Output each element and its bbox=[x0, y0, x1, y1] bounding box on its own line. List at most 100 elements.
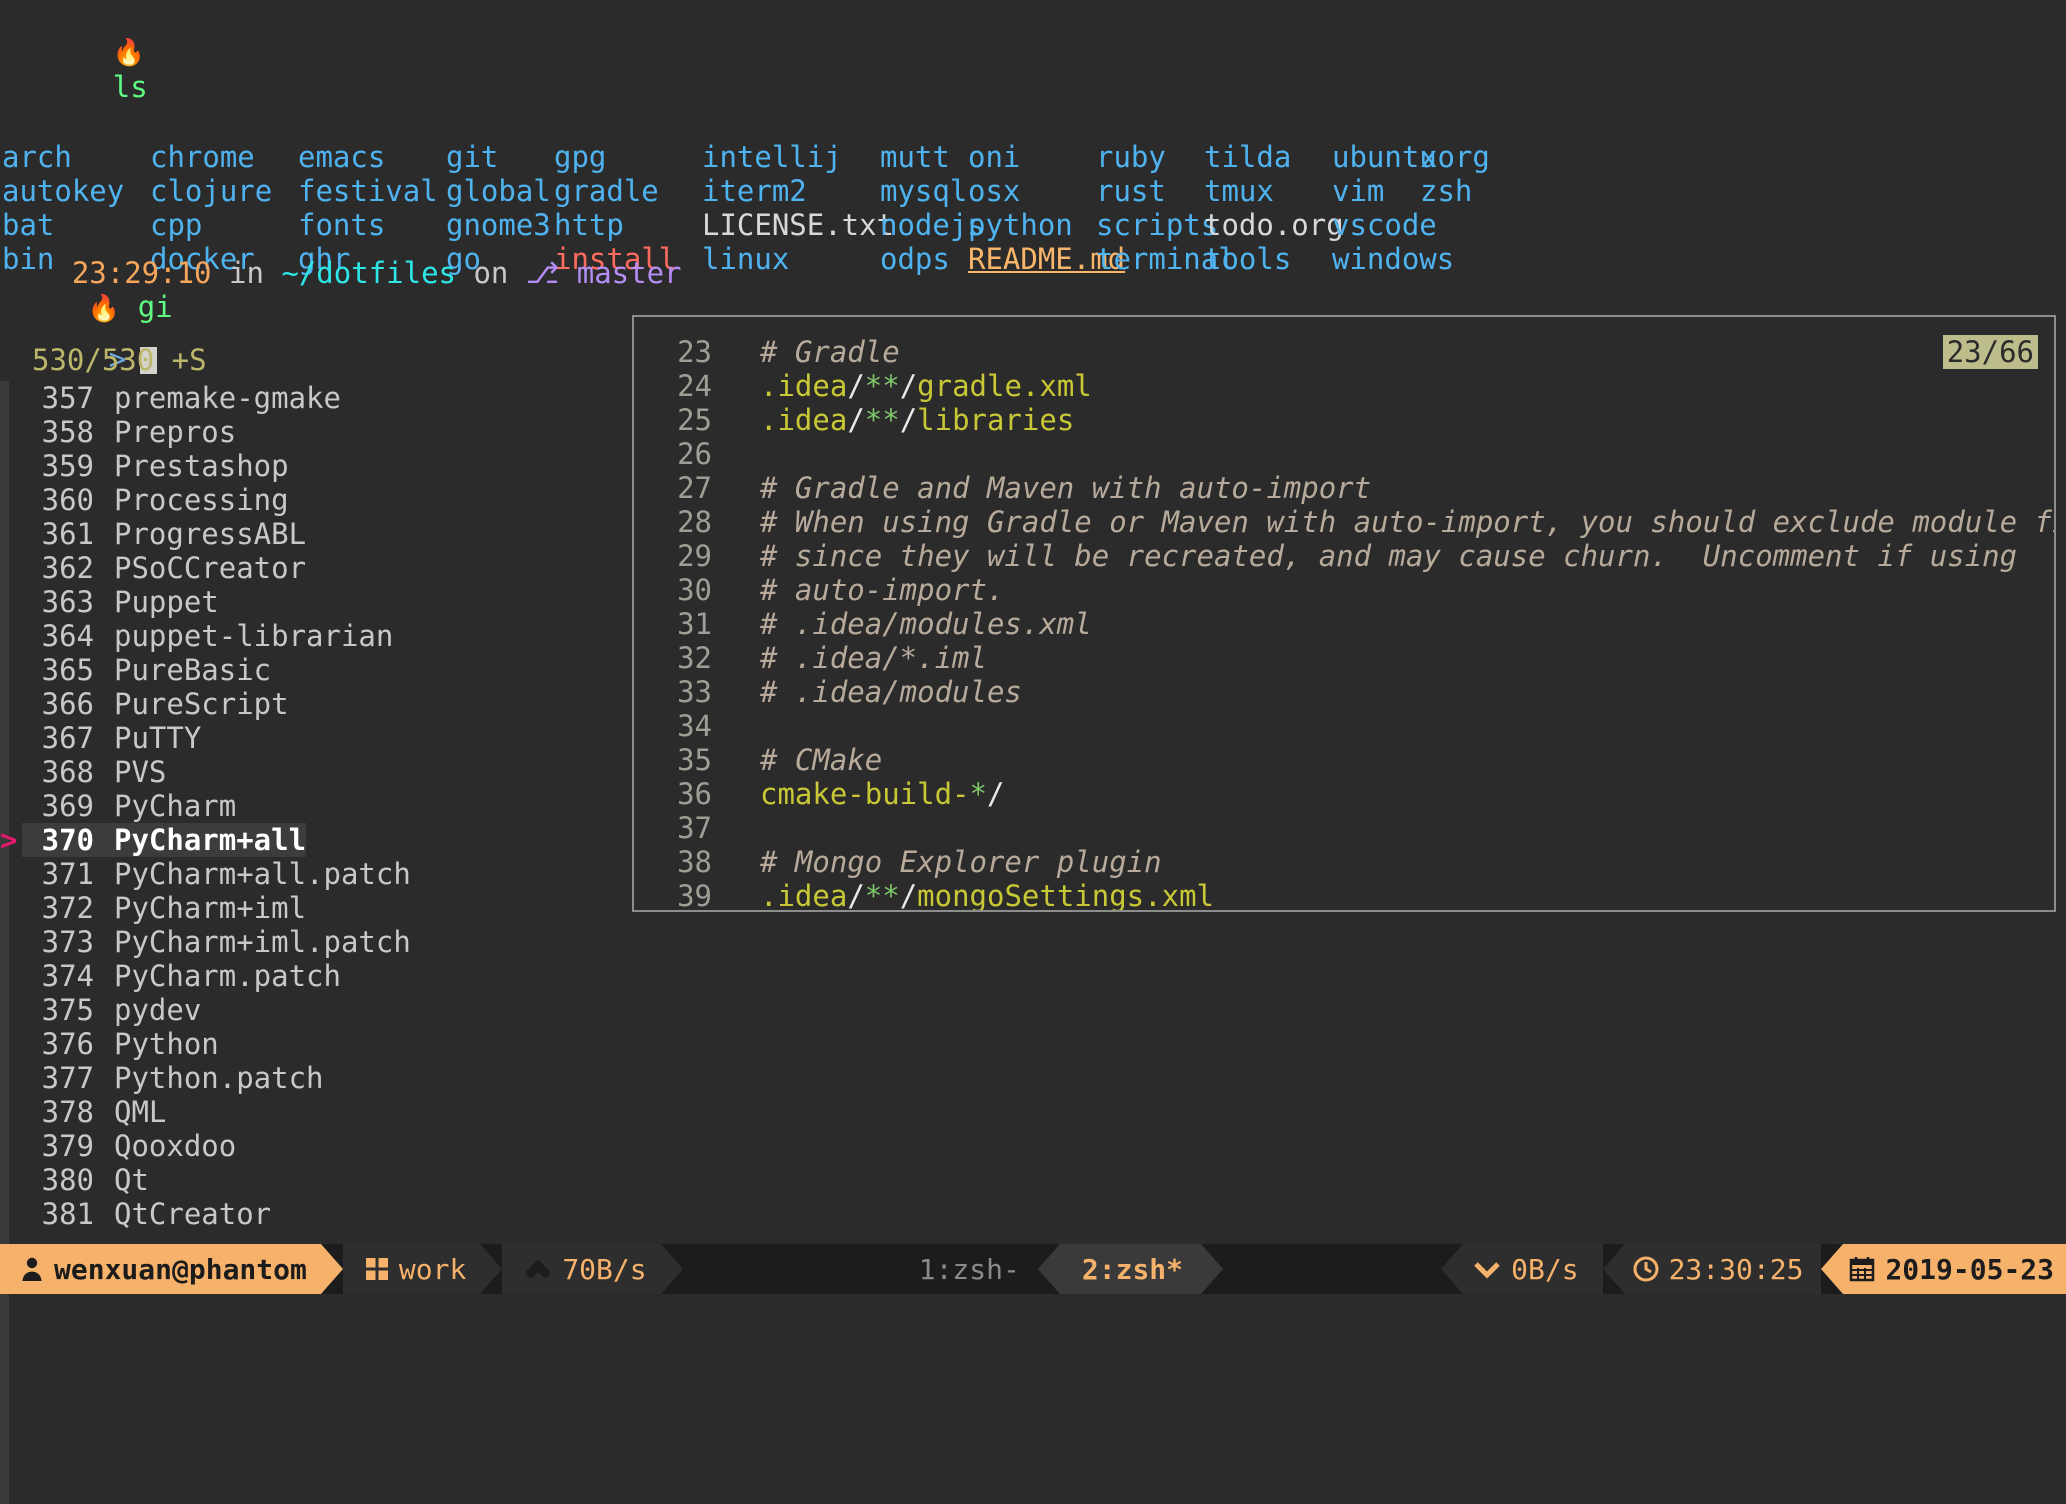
terminal-window: 🔥 ls arch chrome emacs git gpg intellij mutt on… bbox=[0, 0, 2066, 1504]
fzf-row-index: 360 bbox=[41, 483, 94, 517]
fzf-selection-marker bbox=[0, 449, 22, 483]
fzf-result-row[interactable]: 363 Puppet bbox=[0, 585, 620, 619]
fzf-result-row[interactable]: 367 PuTTY bbox=[0, 721, 620, 755]
fzf-result-row[interactable]: 375 pydev bbox=[0, 993, 620, 1027]
fzf-result-row[interactable]: 359 Prestashop bbox=[0, 449, 620, 483]
fzf-selection-marker bbox=[0, 857, 22, 891]
fzf-result-row[interactable]: 362 PSoCCreator bbox=[0, 551, 620, 585]
fzf-row-label: PyCharm+iml bbox=[114, 891, 307, 925]
fzf-result-row[interactable]: 369 PyCharm bbox=[0, 789, 620, 823]
fzf-result-row[interactable]: 380 Qt bbox=[0, 1163, 620, 1197]
preview-line-number: 26 bbox=[677, 437, 712, 471]
preview-token: # Gradle bbox=[760, 335, 900, 369]
preview-line-container: 23 # Gradle 24 .idea/**/gradle.xml 25 .idea/*… bbox=[634, 317, 2054, 912]
preview-line-text: # When using Gradle or Maven with auto-i… bbox=[712, 505, 2054, 539]
fzf-row-content: 374 PyCharm.patch bbox=[22, 959, 341, 993]
fzf-result-row[interactable]: 368 PVS bbox=[0, 755, 620, 789]
preview-line: 32 # .idea/*.iml bbox=[648, 641, 2054, 675]
preview-line: 26 bbox=[648, 437, 2054, 471]
fzf-row-content: 379 Qooxdoo bbox=[22, 1129, 237, 1163]
fzf-result-row[interactable]: 373 PyCharm+iml.patch bbox=[0, 925, 620, 959]
status-user-segment[interactable]: wenxuan@phantom bbox=[0, 1244, 321, 1294]
status-session-name: work bbox=[398, 1252, 467, 1286]
status-upload-rate: 70B/s bbox=[562, 1252, 647, 1286]
prompt-on-word: on bbox=[473, 256, 509, 290]
chevron-up-icon bbox=[524, 1259, 552, 1279]
fzf-result-row[interactable]: 379 Qooxdoo bbox=[0, 1129, 620, 1163]
fzf-result-row[interactable]: 377 Python.patch bbox=[0, 1061, 620, 1095]
fzf-row-content: 359 Prestashop bbox=[22, 449, 289, 483]
status-user-host: wenxuan@phantom bbox=[54, 1252, 307, 1286]
fzf-result-row[interactable]: >370 PyCharm+all bbox=[0, 823, 620, 857]
preview-token: libraries bbox=[917, 403, 1075, 437]
ls-entry: zsh bbox=[1420, 174, 1473, 208]
fzf-result-row[interactable]: 365 PureBasic bbox=[0, 653, 620, 687]
preview-line-number: 38 bbox=[677, 845, 712, 879]
fzf-result-row[interactable]: 372 PyCharm+iml bbox=[0, 891, 620, 925]
fzf-result-row[interactable]: 364 puppet-librarian bbox=[0, 619, 620, 653]
ls-entry: linux bbox=[702, 242, 790, 276]
preview-token: / bbox=[899, 403, 918, 437]
preview-line: 28 # When using Gradle or Maven with auto… bbox=[648, 505, 2054, 539]
fzf-row-index: 380 bbox=[41, 1163, 94, 1197]
ls-entry: odps bbox=[880, 242, 950, 276]
fzf-row-content: 373 PyCharm+iml.patch bbox=[22, 925, 411, 959]
preview-token: mongoSettings.xml bbox=[917, 879, 1214, 912]
fzf-result-row[interactable]: 374 PyCharm.patch bbox=[0, 959, 620, 993]
tmux-tab-1[interactable]: 1:zsh- bbox=[901, 1244, 1038, 1294]
fzf-row-content: 357 premake-gmake bbox=[22, 381, 341, 415]
fzf-selection-marker bbox=[0, 687, 22, 721]
preview-line: 38 # Mongo Explorer plugin bbox=[648, 845, 2054, 879]
clock-icon bbox=[1633, 1256, 1659, 1282]
preview-line-number: 23 bbox=[677, 335, 712, 369]
fzf-result-row[interactable]: 378 QML bbox=[0, 1095, 620, 1129]
fzf-row-content: 369 PyCharm bbox=[22, 789, 237, 823]
fzf-row-content: 362 PSoCCreator bbox=[22, 551, 306, 585]
preview-line-text bbox=[712, 437, 760, 471]
git-branch-icon: ⎇ bbox=[525, 256, 560, 290]
tmux-tab-2[interactable]: 2:zsh* bbox=[1059, 1244, 1202, 1294]
ls-entry: vscode bbox=[1332, 208, 1437, 242]
fzf-row-index: 366 bbox=[41, 687, 94, 721]
fzf-result-row[interactable]: 361 ProgressABL bbox=[0, 517, 620, 551]
preview-token: # Gradle and Maven with auto-import bbox=[760, 471, 1372, 505]
status-arrow-6 bbox=[1821, 1244, 1844, 1294]
ls-entry: README.md bbox=[968, 242, 1126, 276]
fzf-row-label: PureScript bbox=[114, 687, 289, 721]
prompt-branch: master bbox=[576, 256, 682, 290]
ls-entry-empty bbox=[1420, 242, 1508, 276]
fzf-selection-marker bbox=[0, 551, 22, 585]
fzf-row-label: PVS bbox=[114, 755, 167, 789]
fzf-row-index: 361 bbox=[41, 517, 94, 551]
status-session-segment[interactable]: work bbox=[342, 1244, 481, 1294]
preview-token: # CMake bbox=[760, 743, 883, 777]
fzf-result-list[interactable]: 357 premake-gmake 358 Prepros 359 Prestasho… bbox=[0, 381, 620, 1231]
fzf-result-row[interactable]: 357 premake-gmake bbox=[0, 381, 620, 415]
fzf-row-index: 359 bbox=[41, 449, 94, 483]
fzf-row-label: PyCharm+all bbox=[114, 823, 307, 857]
ls-entry: oni bbox=[968, 140, 1021, 174]
status-spacer-right bbox=[1223, 1244, 1441, 1294]
fzf-row-label: PyCharm bbox=[114, 789, 237, 823]
fzf-result-row[interactable]: 360 Processing bbox=[0, 483, 620, 517]
fzf-row-label: Qooxdoo bbox=[114, 1129, 237, 1163]
fzf-selection-marker bbox=[0, 1129, 22, 1163]
ls-entry: tilda bbox=[1204, 140, 1292, 174]
fzf-result-row[interactable]: 381 QtCreator bbox=[0, 1197, 620, 1231]
ls-entry: git bbox=[446, 140, 499, 174]
fzf-result-row[interactable]: 371 PyCharm+all.patch bbox=[0, 857, 620, 891]
preview-line-text: .idea/**/gradle.xml bbox=[712, 369, 1092, 403]
fzf-row-label: Puppet bbox=[114, 585, 219, 619]
ls-entry: mutt bbox=[880, 140, 950, 174]
preview-line-text: # .idea/modules bbox=[712, 675, 1022, 709]
fzf-result-row[interactable]: 376 Python bbox=[0, 1027, 620, 1061]
fzf-result-row[interactable]: 358 Prepros bbox=[0, 415, 620, 449]
status-arrow-1 bbox=[320, 1244, 343, 1294]
preview-line: 33 # .idea/modules bbox=[648, 675, 2054, 709]
ls-entry: mysql bbox=[880, 174, 968, 208]
fzf-selection-marker bbox=[0, 959, 22, 993]
preview-line: 34 bbox=[648, 709, 2054, 743]
status-date: 2019-05-23 bbox=[1885, 1252, 2055, 1286]
preview-line-text bbox=[712, 811, 760, 845]
fzf-result-row[interactable]: 366 PureScript bbox=[0, 687, 620, 721]
